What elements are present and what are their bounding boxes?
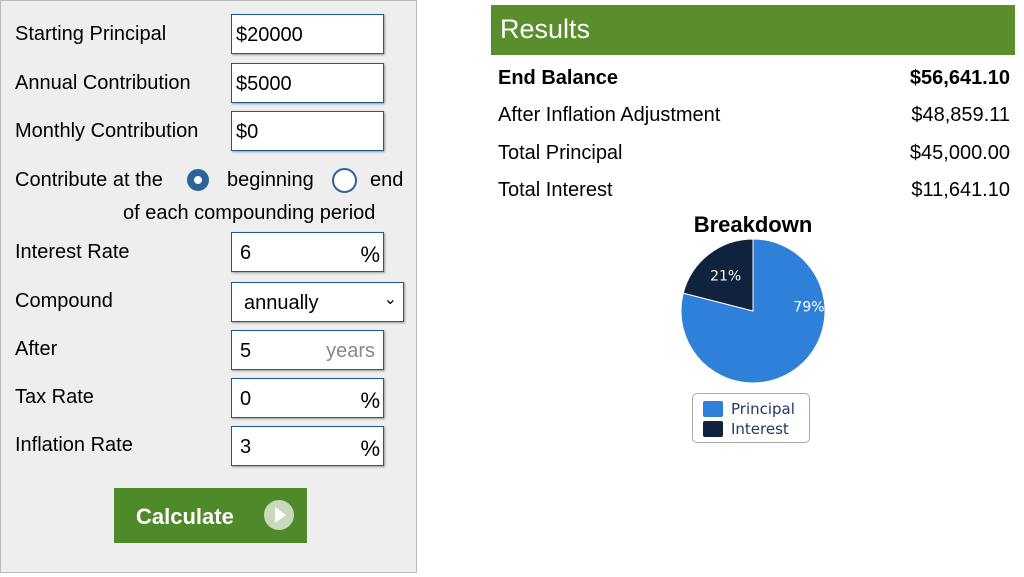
legend-item-interest: Interest	[703, 420, 789, 438]
inflation-rate-label: Inflation Rate	[15, 434, 133, 456]
compound-label: Compound	[15, 290, 113, 312]
calculate-label: Calculate	[136, 504, 234, 529]
chevron-down-icon: ⌄	[383, 291, 397, 308]
result-label: End Balance	[498, 67, 619, 89]
result-label: After Inflation Adjustment	[498, 104, 721, 126]
result-row-principal: Total Principal $45,000.00	[498, 142, 1010, 165]
input-panel: Starting Principal $20000 Annual Contrib…	[0, 0, 417, 573]
play-arrow-icon	[264, 500, 294, 530]
tax-rate-input[interactable]: 0%	[231, 378, 384, 418]
percent-suffix: %	[360, 388, 380, 413]
tax-rate-label: Tax Rate	[15, 386, 94, 408]
tax-rate-value: 0	[240, 388, 252, 410]
radio-beginning[interactable]	[187, 169, 209, 191]
legend-item-principal: Principal	[703, 400, 795, 418]
legend-label: Principal	[731, 400, 795, 418]
chart-legend: Principal Interest	[692, 393, 810, 443]
compound-value: annually	[244, 292, 319, 314]
result-row-interest: Total Interest $11,641.10	[498, 179, 1010, 202]
interest-rate-value: 6	[240, 242, 252, 264]
annual-contribution-label: Annual Contribution	[15, 72, 191, 94]
legend-swatch	[703, 401, 723, 417]
inflation-rate-value: 3	[240, 436, 252, 458]
monthly-contribution-input[interactable]: $0	[231, 111, 384, 151]
contribute-label: Contribute at the	[15, 169, 163, 191]
years-suffix: years	[326, 340, 375, 362]
compounding-period-label: of each compounding period	[123, 202, 376, 224]
interest-rate-input[interactable]: 6%	[231, 232, 384, 272]
pie-label-principal: 79%	[793, 299, 824, 315]
breakdown-pie-chart: 79% 21%	[680, 238, 826, 384]
annual-contribution-input[interactable]: $5000	[231, 63, 384, 103]
starting-principal-label: Starting Principal	[15, 23, 167, 45]
result-row-inflation: After Inflation Adjustment $48,859.11	[498, 104, 1010, 127]
beginning-label: beginning	[227, 169, 314, 191]
result-value: $11,641.10	[911, 179, 1010, 201]
pie-label-interest: 21%	[710, 269, 741, 285]
percent-suffix: %	[360, 436, 380, 461]
percent-suffix: %	[360, 242, 380, 267]
after-input[interactable]: 5 years	[231, 330, 384, 370]
after-value: 5	[240, 340, 252, 362]
result-value: $56,641.10	[909, 67, 1010, 89]
after-label: After	[15, 338, 58, 360]
result-value: $48,859.11	[911, 104, 1010, 126]
legend-label: Interest	[731, 420, 789, 438]
legend-swatch	[703, 421, 723, 437]
radio-end[interactable]	[332, 168, 357, 193]
result-label: Total Interest	[498, 179, 613, 201]
end-label: end	[370, 169, 404, 191]
calculate-button[interactable]: Calculate	[114, 488, 307, 543]
result-label: Total Principal	[498, 142, 623, 164]
monthly-contribution-label: Monthly Contribution	[15, 120, 199, 142]
starting-principal-input[interactable]: $20000	[231, 14, 384, 54]
result-row-end-balance: End Balance $56,641.10	[498, 67, 1010, 90]
interest-rate-label: Interest Rate	[15, 241, 130, 263]
results-header: Results	[491, 5, 1015, 55]
result-value: $45,000.00	[909, 142, 1010, 164]
compound-select[interactable]: annually ⌄	[231, 282, 404, 322]
inflation-rate-input[interactable]: 3%	[231, 426, 384, 466]
